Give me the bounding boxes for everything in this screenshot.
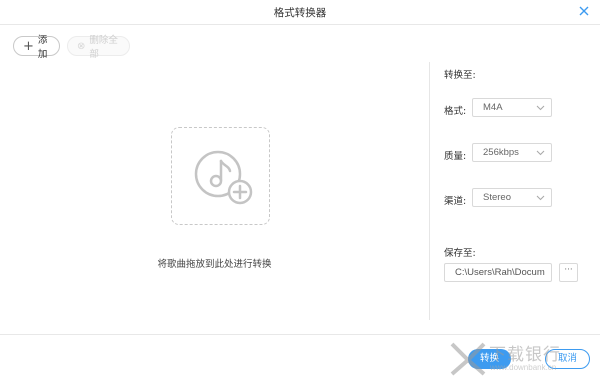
save-path-value: C:\Users\Rah\Docum — [455, 267, 545, 278]
chevron-down-icon — [536, 195, 545, 201]
channel-select[interactable]: Stereo — [472, 188, 552, 207]
chevron-down-icon — [536, 150, 545, 156]
watermark-text: 下载银行 — [489, 345, 561, 365]
delete-all-button-label: 删除全部 — [89, 35, 118, 60]
save-to-label: 保存至: — [444, 248, 476, 259]
window-title: 格式转换器 — [273, 7, 327, 19]
add-button[interactable]: + 添加 — [13, 35, 60, 60]
watermark: 下载银行 www.downbank.cn — [442, 336, 600, 381]
quality-label: 质量: — [444, 151, 467, 162]
add-button-label: 添加 — [37, 35, 48, 60]
browse-button[interactable]: ··· — [559, 263, 578, 282]
quality-select[interactable]: 256kbps — [472, 143, 552, 162]
watermark-url: www.downbank.cn — [490, 363, 557, 372]
plus-icon: + — [23, 38, 34, 54]
panel-divider — [429, 62, 430, 320]
footer-divider — [0, 334, 600, 335]
delete-all-button[interactable]: ⊗ 删除全部 — [67, 35, 130, 60]
quality-value: 256kbps — [483, 147, 519, 158]
drop-hint-text: 将歌曲拖放到此处进行转换 — [157, 259, 272, 270]
format-value: M4A — [483, 102, 503, 113]
format-select[interactable]: M4A — [472, 98, 552, 117]
save-path-field[interactable]: C:\Users\Rah\Docum — [444, 263, 552, 282]
format-label: 格式: — [444, 106, 467, 117]
chevron-down-icon — [536, 105, 545, 111]
close-icon[interactable] — [577, 4, 591, 18]
channel-value: Stereo — [483, 192, 511, 203]
delete-icon: ⊗ — [77, 40, 86, 52]
convert-to-label: 转换至: — [444, 70, 476, 81]
music-add-icon — [194, 150, 253, 205]
channel-label: 渠道: — [444, 196, 467, 207]
title-bar: 格式转换器 — [0, 0, 600, 25]
watermark-logo-icon — [450, 342, 486, 376]
drop-zone[interactable] — [171, 127, 270, 225]
